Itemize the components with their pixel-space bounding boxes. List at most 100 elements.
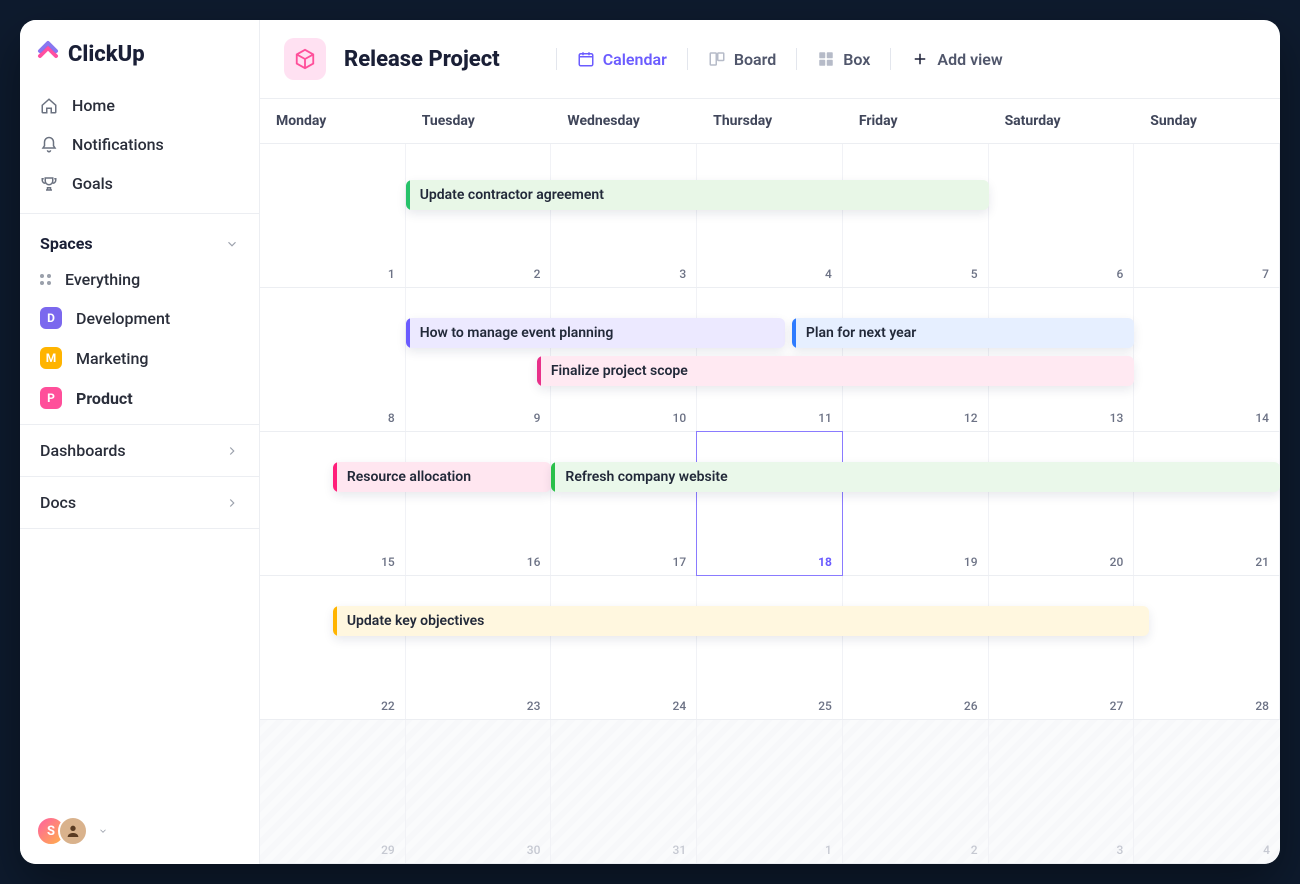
calendar-cell[interactable]: 7	[1134, 144, 1280, 287]
space-label: Product	[76, 389, 133, 408]
calendar-cell[interactable]: 3	[551, 144, 697, 287]
calendar-event[interactable]: How to manage event planning	[406, 318, 785, 348]
event-status-bar	[406, 180, 410, 210]
calendar-cell[interactable]: 23	[406, 576, 552, 719]
date-number: 4	[1263, 843, 1270, 857]
calendar-cell[interactable]: 25	[697, 576, 843, 719]
date-number: 1	[388, 267, 395, 281]
calendar-cell[interactable]: 16	[406, 432, 552, 575]
calendar-cell[interactable]: 2	[406, 144, 552, 287]
nav-docs[interactable]: Docs	[20, 477, 259, 529]
view-board[interactable]: Board	[694, 44, 790, 75]
date-number: 23	[527, 699, 541, 713]
nav-notifications-label: Notifications	[72, 135, 164, 154]
lower-nav: Dashboards Docs	[20, 424, 259, 529]
cube-icon	[294, 48, 316, 70]
calendar-cell[interactable]: 1	[260, 144, 406, 287]
spaces-header[interactable]: Spaces	[28, 226, 251, 261]
nav-dashboards[interactable]: Dashboards	[20, 425, 259, 477]
brand-name: ClickUp	[68, 42, 145, 67]
chevron-down-icon	[225, 237, 239, 251]
day-header: Saturday	[989, 99, 1135, 144]
calendar-cell[interactable]: 3	[989, 720, 1135, 863]
calendar-cell[interactable]: 21	[1134, 432, 1280, 575]
calendar-cell[interactable]: 28	[1134, 576, 1280, 719]
space-badge: M	[40, 347, 62, 369]
caret-down-icon[interactable]	[98, 826, 108, 836]
calendar-icon	[577, 50, 595, 68]
avatar-user-2[interactable]	[58, 816, 88, 846]
event-label: How to manage event planning	[420, 325, 614, 341]
avatar-stack[interactable]: S	[36, 816, 88, 846]
calendar-cell[interactable]: 27	[989, 576, 1135, 719]
calendar-cell[interactable]: 1	[697, 720, 843, 863]
nav-home[interactable]: Home	[28, 86, 251, 125]
calendar-cell[interactable]: 20	[989, 432, 1135, 575]
view-box[interactable]: Box	[803, 44, 884, 75]
calendar-cell[interactable]: 17	[551, 432, 697, 575]
view-board-label: Board	[734, 50, 776, 69]
sidebar-item-development[interactable]: D Development	[28, 298, 251, 338]
calendar-cell[interactable]: 14	[1134, 288, 1280, 431]
date-number: 20	[1110, 555, 1124, 569]
date-number: 7	[1262, 267, 1269, 281]
chevron-right-icon	[225, 496, 239, 510]
space-label: Marketing	[76, 349, 148, 368]
date-number: 25	[818, 699, 832, 713]
space-badge: D	[40, 307, 62, 329]
view-calendar-label: Calendar	[603, 50, 667, 69]
topbar: Release Project Calendar Board Box	[260, 20, 1280, 99]
calendar-cell[interactable]: 19	[843, 432, 989, 575]
sidebar-footer: S	[20, 798, 259, 864]
date-number: 2	[971, 843, 978, 857]
calendar-event[interactable]: Resource allocation	[333, 462, 552, 492]
calendar-event[interactable]: Update contractor agreement	[406, 180, 989, 210]
view-tabs: Calendar Board Box Add view	[550, 44, 1017, 75]
calendar-cell[interactable]: 22	[260, 576, 406, 719]
calendar-cell[interactable]: 24	[551, 576, 697, 719]
calendar-weeks: 1234567Update contractor agreement891011…	[260, 144, 1280, 864]
spaces-section: Spaces Everything D Development M Market…	[20, 213, 259, 424]
calendar-cell[interactable]: 4	[1134, 720, 1280, 863]
view-calendar[interactable]: Calendar	[563, 44, 681, 75]
date-number: 8	[388, 411, 395, 425]
sidebar-item-marketing[interactable]: M Marketing	[28, 338, 251, 378]
day-header: Tuesday	[406, 99, 552, 144]
calendar-cell[interactable]: 18	[697, 432, 843, 575]
calendar-cell[interactable]: 5	[843, 144, 989, 287]
event-status-bar	[537, 356, 541, 386]
calendar-event[interactable]: Finalize project scope	[537, 356, 1134, 386]
event-label: Update key objectives	[347, 613, 485, 629]
nav-goals[interactable]: Goals	[28, 164, 251, 203]
primary-nav: Home Notifications Goals	[20, 86, 259, 203]
date-number: 18	[818, 555, 832, 569]
nav-notifications[interactable]: Notifications	[28, 125, 251, 164]
calendar-cell[interactable]: 6	[989, 144, 1135, 287]
calendar-cell[interactable]: 31	[551, 720, 697, 863]
sidebar-item-everything[interactable]: Everything	[28, 261, 251, 298]
calendar-cell[interactable]: 29	[260, 720, 406, 863]
calendar-cell[interactable]: 30	[406, 720, 552, 863]
calendar-event[interactable]: Plan for next year	[792, 318, 1134, 348]
project-icon[interactable]	[284, 38, 326, 80]
calendar-cell[interactable]: 15	[260, 432, 406, 575]
calendar-cell[interactable]: 26	[843, 576, 989, 719]
calendar-cell[interactable]: 9	[406, 288, 552, 431]
calendar-event[interactable]: Update key objectives	[333, 606, 1149, 636]
event-label: Update contractor agreement	[420, 187, 604, 203]
calendar-cell[interactable]: 2	[843, 720, 989, 863]
event-label: Refresh company website	[565, 469, 727, 485]
calendar-cell[interactable]: 8	[260, 288, 406, 431]
date-number: 22	[381, 699, 395, 713]
event-label: Resource allocation	[347, 469, 471, 485]
calendar-week: 2930311 23 4	[260, 720, 1280, 864]
event-status-bar	[551, 462, 555, 492]
project-title: Release Project	[344, 47, 500, 72]
calendar-cell[interactable]: 4	[697, 144, 843, 287]
brand[interactable]: ClickUp	[20, 20, 259, 86]
sidebar-item-product[interactable]: P Product	[28, 378, 251, 418]
board-icon	[708, 50, 726, 68]
add-view-button[interactable]: Add view	[897, 44, 1016, 75]
calendar-event[interactable]: Refresh company website	[551, 462, 1280, 492]
app-window: ClickUp Home Notifications Goals Spaces	[20, 20, 1280, 864]
